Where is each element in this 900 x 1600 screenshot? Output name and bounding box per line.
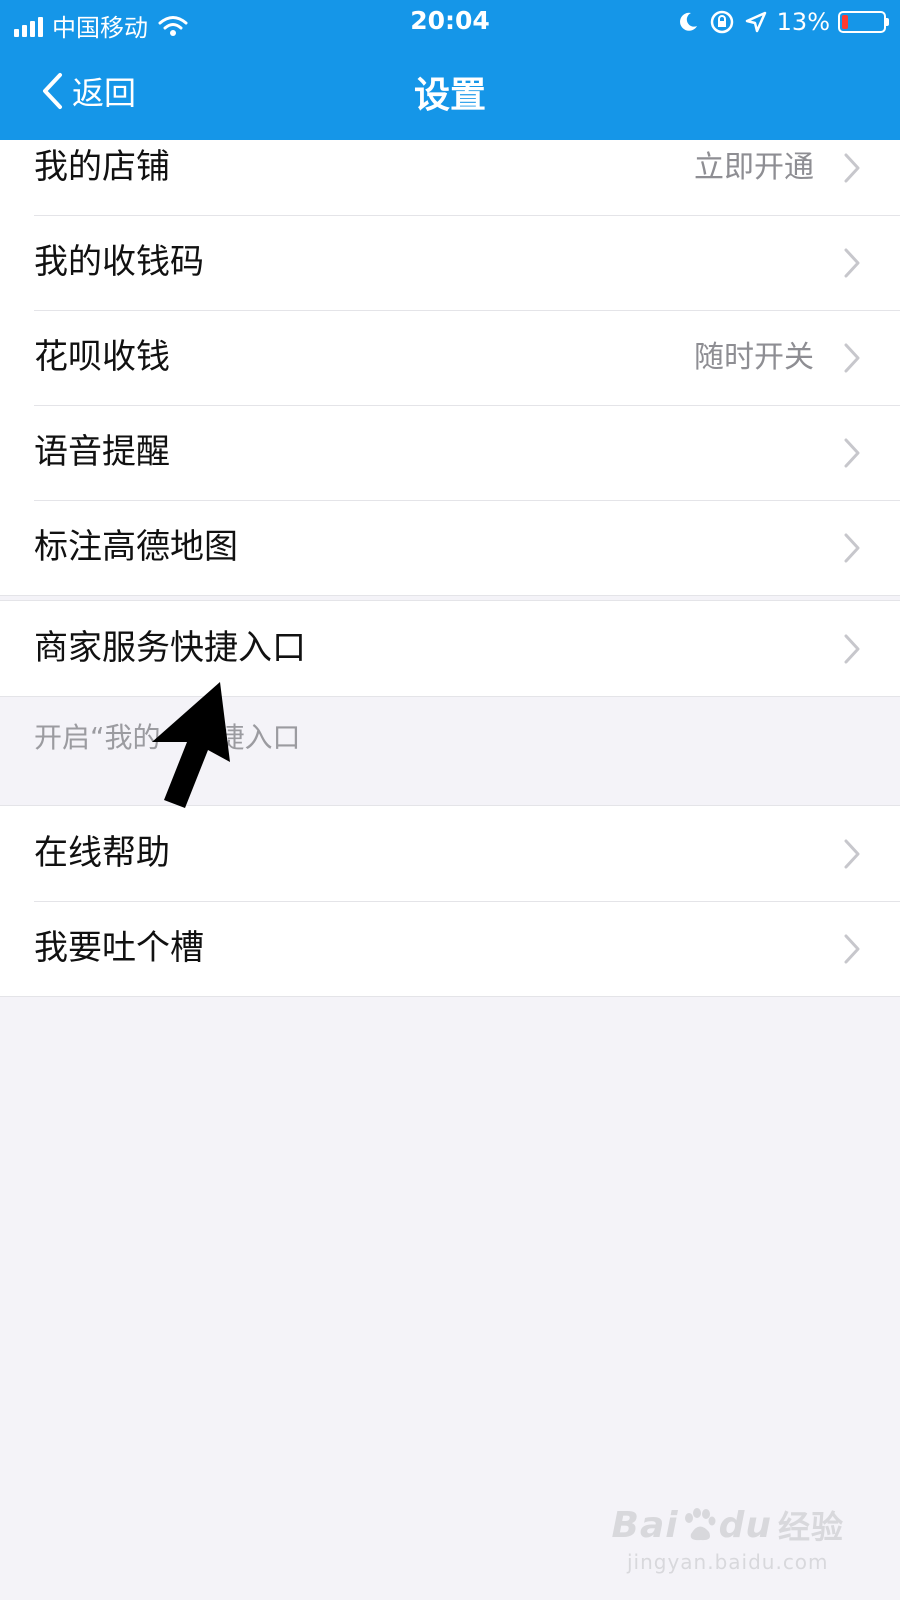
row-label: 在线帮助: [34, 833, 170, 873]
row-label: 语音提醒: [34, 432, 170, 472]
page-title: 设置: [413, 75, 486, 116]
row-value: 随时开关: [694, 340, 814, 375]
row-online-help[interactable]: 在线帮助: [0, 806, 900, 901]
location-icon: [745, 11, 766, 33]
row-label: 花呗收钱: [34, 337, 170, 377]
battery-icon: [838, 11, 889, 33]
watermark-logo-cn: 经验: [777, 1508, 844, 1546]
chevron-right-icon: [844, 634, 860, 664]
row-my-payment-code[interactable]: 我的收钱码: [0, 215, 900, 310]
rotation-lock-icon: [710, 10, 733, 34]
status-bar: 中国移动 20:04 13%: [0, 0, 900, 44]
row-label: 我的收钱码: [34, 242, 204, 282]
chevron-right-icon: [844, 248, 860, 278]
row-label: 标注高德地图: [34, 527, 238, 567]
row-voice-reminder[interactable]: 语音提醒: [0, 405, 900, 500]
chevron-right-icon: [844, 934, 860, 964]
battery-percent: 13%: [776, 8, 830, 36]
baidu-jingyan-watermark: Bai du 经验 jingyan.baidu.com: [611, 1502, 845, 1575]
settings-group-1: 我的店铺 立即开通 我的收钱码 花呗收钱 随时开关 语音提醒 标注高德地图: [0, 120, 900, 596]
row-huabei-collect[interactable]: 花呗收钱 随时开关: [0, 310, 900, 405]
moon-icon: [679, 12, 697, 31]
chevron-right-icon: [844, 343, 860, 373]
row-merchant-shortcut[interactable]: 商家服务快捷入口: [0, 601, 900, 696]
watermark-url: jingyan.baidu.com: [626, 1550, 829, 1574]
row-label: 我要吐个槽: [34, 928, 204, 968]
watermark-logo-text: Bai: [611, 1504, 679, 1546]
watermark-logo-text-2: du: [718, 1504, 772, 1546]
settings-group-2: 商家服务快捷入口: [0, 600, 900, 697]
row-feedback[interactable]: 我要吐个槽: [0, 901, 900, 996]
nav-header: 中国移动 20:04 13% 返回 设置: [0, 0, 900, 140]
row-amap-mark[interactable]: 标注高德地图: [0, 500, 900, 595]
chevron-right-icon: [844, 153, 860, 183]
chevron-right-icon: [844, 438, 860, 468]
settings-group-3: 在线帮助 我要吐个槽: [0, 805, 900, 997]
chevron-right-icon: [844, 533, 860, 563]
chevron-right-icon: [844, 839, 860, 869]
annotation-arrow-icon: [152, 682, 230, 808]
paw-icon: [684, 1508, 716, 1541]
